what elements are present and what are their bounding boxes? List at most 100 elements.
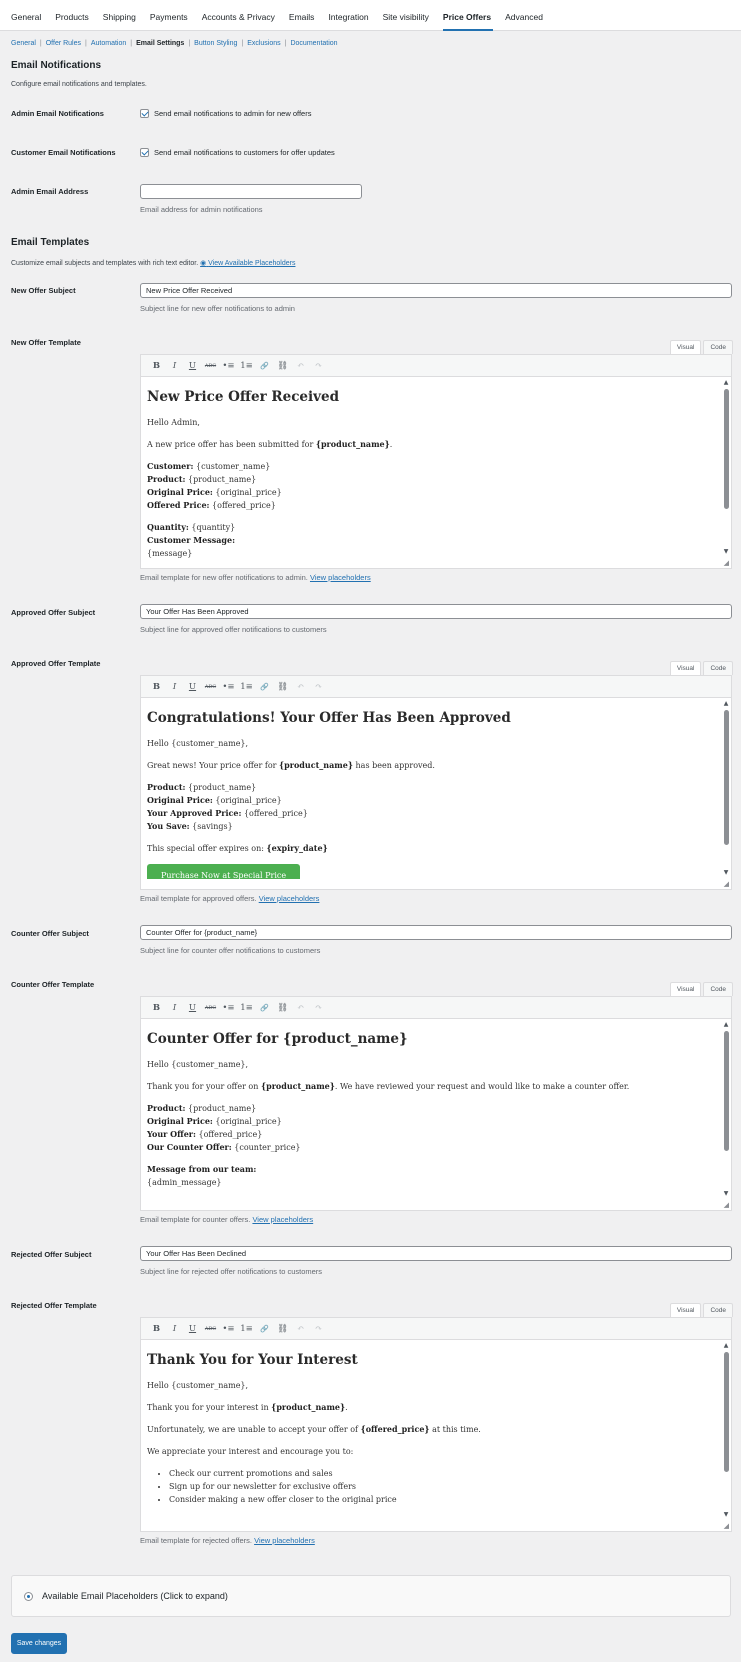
visual-tab[interactable]: Visual: [669, 340, 702, 354]
subnav-documentation[interactable]: Documentation: [290, 40, 337, 47]
scroll-thumb[interactable]: [723, 1031, 729, 1151]
numbered-list-icon[interactable]: 1≡: [238, 1321, 255, 1337]
link-icon[interactable]: 🔗: [256, 1000, 273, 1016]
underline-icon[interactable]: U: [184, 679, 201, 695]
visual-tab[interactable]: Visual: [669, 661, 702, 675]
subnav-automation[interactable]: Automation: [91, 40, 126, 47]
scroll-thumb[interactable]: [723, 389, 729, 509]
scroll-up-icon[interactable]: ▲: [723, 380, 729, 386]
bold-icon[interactable]: B: [148, 679, 165, 695]
rejected-offer-subject-input[interactable]: Your Offer Has Been Declined: [140, 1246, 732, 1261]
available-placeholders-toggle[interactable]: Available Email Placeholders (Click to e…: [11, 1575, 731, 1617]
view-placeholders-link[interactable]: View placeholders: [259, 894, 320, 903]
scroll-down-icon[interactable]: ▼: [723, 1191, 729, 1197]
strikethrough-icon[interactable]: ABC: [202, 1321, 219, 1337]
italic-icon[interactable]: I: [166, 1321, 183, 1337]
bold-icon[interactable]: B: [148, 358, 165, 374]
scroll-down-icon[interactable]: ▼: [723, 1512, 729, 1518]
visual-tab[interactable]: Visual: [669, 982, 702, 996]
scroll-down-icon[interactable]: ▼: [723, 549, 729, 555]
subnav-offer-rules[interactable]: Offer Rules: [46, 40, 81, 47]
link-icon[interactable]: 🔗: [256, 358, 273, 374]
subnav-exclusions[interactable]: Exclusions: [247, 40, 280, 47]
redo-icon[interactable]: ↷: [310, 358, 327, 374]
visual-tab[interactable]: Visual: [669, 1303, 702, 1317]
numbered-list-icon[interactable]: 1≡: [238, 679, 255, 695]
purchase-now-button[interactable]: Purchase Now at Special Price: [147, 864, 301, 879]
bullet-list-icon[interactable]: •≡: [220, 1000, 237, 1016]
editor-content[interactable]: Congratulations! Your Offer Has Been App…: [141, 698, 731, 879]
resize-handle-icon[interactable]: ◢: [724, 880, 729, 888]
tab-site-visibility[interactable]: Site visibility: [383, 5, 437, 30]
bullet-list-icon[interactable]: •≡: [220, 679, 237, 695]
editor-scrollbar[interactable]: ▲ ▼: [723, 1022, 729, 1197]
numbered-list-icon[interactable]: 1≡: [238, 358, 255, 374]
resize-handle-icon[interactable]: ◢: [724, 1201, 729, 1209]
admin-email-address-input[interactable]: [140, 184, 362, 199]
resize-handle-icon[interactable]: ◢: [724, 1522, 729, 1530]
unlink-icon[interactable]: ⛓: [274, 1000, 291, 1016]
italic-icon[interactable]: I: [166, 358, 183, 374]
tab-price-offers[interactable]: Price Offers: [442, 5, 499, 31]
tab-integration[interactable]: Integration: [328, 5, 376, 30]
tab-emails[interactable]: Emails: [289, 5, 323, 30]
link-icon[interactable]: 🔗: [256, 679, 273, 695]
undo-icon[interactable]: ↶: [292, 1000, 309, 1016]
code-tab[interactable]: Code: [703, 1303, 733, 1317]
new-offer-subject-input[interactable]: New Price Offer Received: [140, 283, 732, 298]
tab-shipping[interactable]: Shipping: [103, 5, 144, 30]
code-tab[interactable]: Code: [703, 982, 733, 996]
undo-icon[interactable]: ↶: [292, 1321, 309, 1337]
italic-icon[interactable]: I: [166, 679, 183, 695]
tab-accounts-privacy[interactable]: Accounts & Privacy: [202, 5, 283, 30]
tab-general[interactable]: General: [11, 5, 49, 30]
approved-offer-subject-input[interactable]: Your Offer Has Been Approved: [140, 604, 732, 619]
view-available-placeholders-link[interactable]: ◉ View Available Placeholders: [200, 260, 295, 267]
code-tab[interactable]: Code: [703, 661, 733, 675]
tab-advanced[interactable]: Advanced: [505, 5, 551, 30]
view-placeholders-link[interactable]: View placeholders: [310, 573, 371, 582]
save-changes-button[interactable]: Save changes: [11, 1633, 67, 1654]
unlink-icon[interactable]: ⛓: [274, 358, 291, 374]
unlink-icon[interactable]: ⛓: [274, 1321, 291, 1337]
strikethrough-icon[interactable]: ABC: [202, 1000, 219, 1016]
editor-scrollbar[interactable]: ▲ ▼: [723, 380, 729, 555]
link-icon[interactable]: 🔗: [256, 1321, 273, 1337]
editor-content[interactable]: Thank You for Your Interest Hello {custo…: [141, 1340, 731, 1521]
editor-content[interactable]: New Price Offer Received Hello Admin, A …: [141, 377, 731, 558]
strikethrough-icon[interactable]: ABC: [202, 679, 219, 695]
scroll-up-icon[interactable]: ▲: [723, 1022, 729, 1028]
strikethrough-icon[interactable]: ABC: [202, 358, 219, 374]
scroll-thumb[interactable]: [723, 1352, 729, 1472]
code-tab[interactable]: Code: [703, 340, 733, 354]
undo-icon[interactable]: ↶: [292, 679, 309, 695]
bullet-list-icon[interactable]: •≡: [220, 358, 237, 374]
admin-notifications-checkbox[interactable]: [140, 109, 149, 118]
view-placeholders-link[interactable]: View placeholders: [252, 1215, 313, 1224]
view-placeholders-link[interactable]: View placeholders: [254, 1536, 315, 1545]
scroll-thumb[interactable]: [723, 710, 729, 845]
underline-icon[interactable]: U: [184, 1321, 201, 1337]
bold-icon[interactable]: B: [148, 1000, 165, 1016]
admin-notifications-checkbox-label[interactable]: Send email notifications to admin for ne…: [154, 109, 311, 118]
customer-notifications-checkbox-label[interactable]: Send email notifications to customers fo…: [154, 148, 335, 157]
numbered-list-icon[interactable]: 1≡: [238, 1000, 255, 1016]
redo-icon[interactable]: ↷: [310, 1321, 327, 1337]
bullet-list-icon[interactable]: •≡: [220, 1321, 237, 1337]
bold-icon[interactable]: B: [148, 1321, 165, 1337]
resize-handle-icon[interactable]: ◢: [724, 559, 729, 567]
scroll-up-icon[interactable]: ▲: [723, 701, 729, 707]
underline-icon[interactable]: U: [184, 358, 201, 374]
subnav-email-settings[interactable]: Email Settings: [136, 40, 184, 47]
scroll-down-icon[interactable]: ▼: [723, 870, 729, 876]
subnav-general[interactable]: General: [11, 40, 36, 47]
editor-scrollbar[interactable]: ▲ ▼: [723, 701, 729, 876]
scroll-up-icon[interactable]: ▲: [723, 1343, 729, 1349]
editor-content[interactable]: Counter Offer for {product_name} Hello {…: [141, 1019, 731, 1200]
redo-icon[interactable]: ↷: [310, 679, 327, 695]
editor-scrollbar[interactable]: ▲ ▼: [723, 1343, 729, 1518]
redo-icon[interactable]: ↷: [310, 1000, 327, 1016]
tab-products[interactable]: Products: [55, 5, 97, 30]
underline-icon[interactable]: U: [184, 1000, 201, 1016]
tab-payments[interactable]: Payments: [150, 5, 196, 30]
